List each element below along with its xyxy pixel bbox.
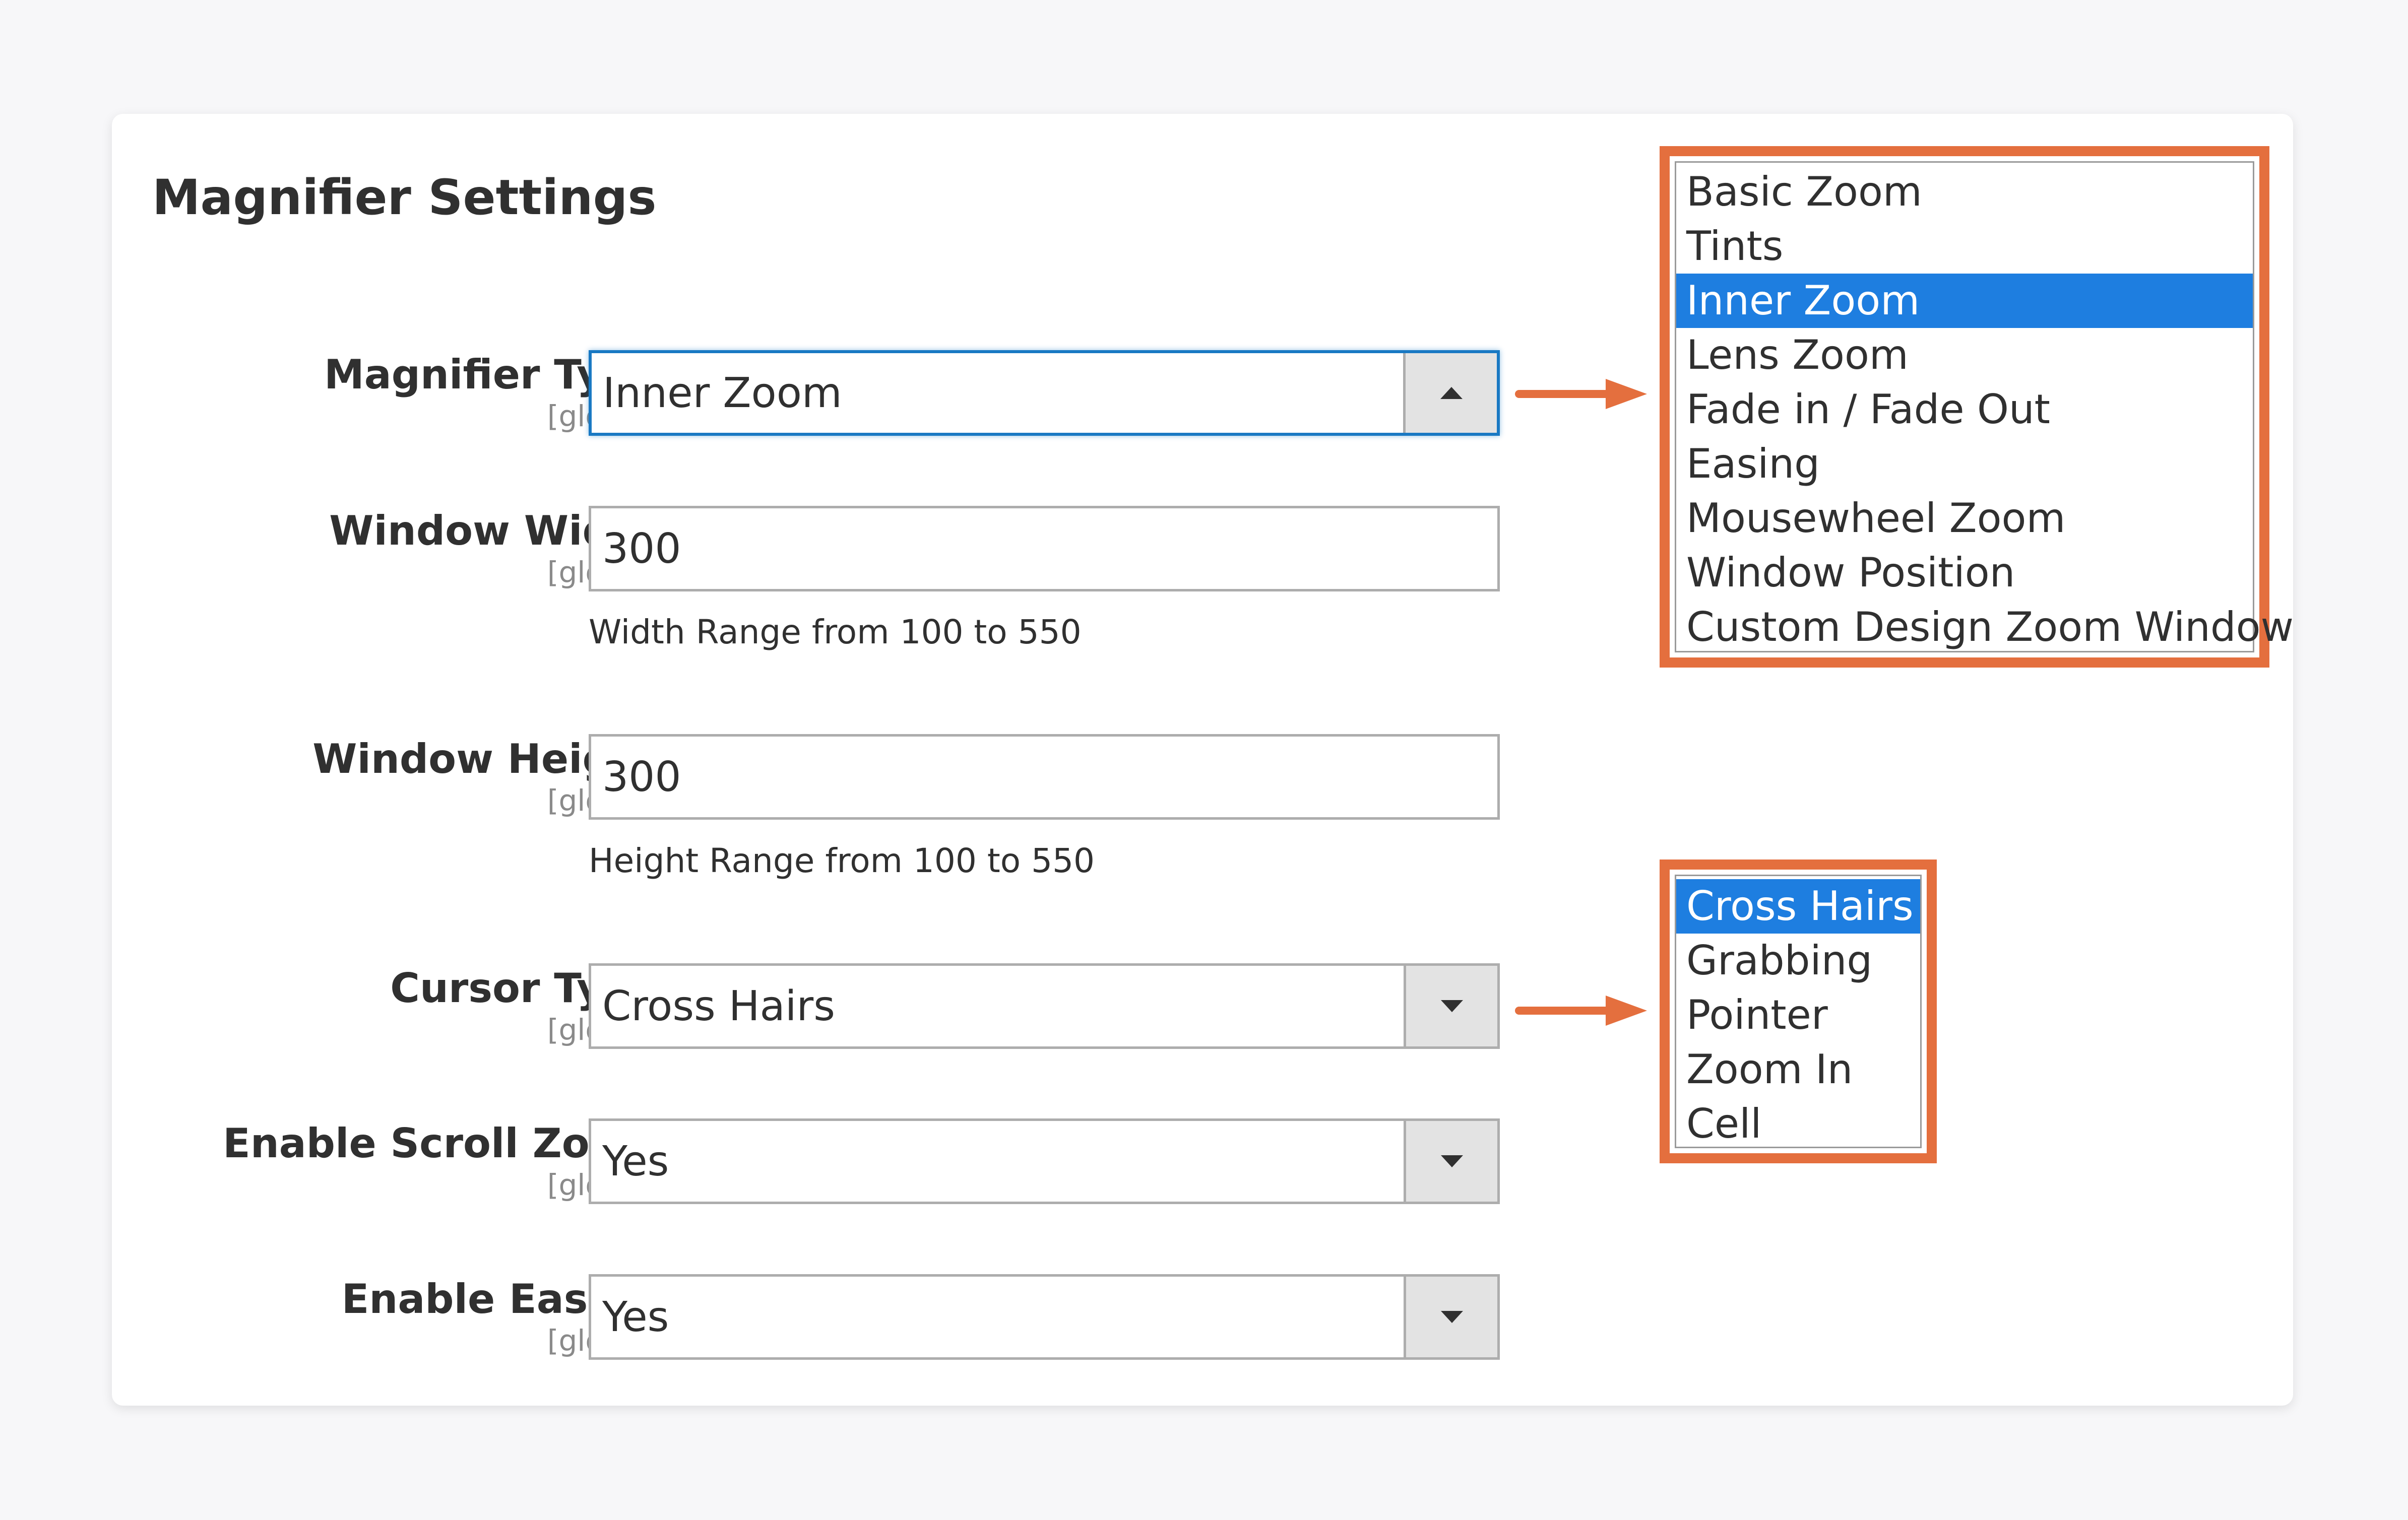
magnifier-type-option[interactable]: Window Position (1676, 546, 2253, 600)
magnifier-type-value: Inner Zoom (603, 369, 842, 417)
enable-scroll-zoom-value: Yes (602, 1137, 669, 1185)
enable-scroll-zoom-select[interactable]: Yes (589, 1118, 1500, 1204)
magnifier-type-option[interactable]: Fade in / Fade Out (1676, 382, 2253, 437)
cursor-type-option[interactable]: Cross Hairs (1676, 879, 1920, 934)
chevron-down-icon (1440, 1155, 1463, 1167)
magnifier-type-option[interactable]: Inner Zoom (1676, 274, 2253, 328)
magnifier-type-option[interactable]: Tints (1676, 219, 2253, 274)
window-width-note: Width Range from 100 to 550 (589, 613, 1082, 651)
cursor-type-value: Cross Hairs (602, 982, 835, 1030)
cursor-type-options-list: Cross Hairs Grabbing Pointer Zoom In Cell (1675, 875, 1922, 1148)
cursor-type-options-callout: Cross Hairs Grabbing Pointer Zoom In Cell (1660, 860, 1937, 1163)
window-height-input[interactable]: 300 (589, 734, 1500, 820)
arrow-right-icon (1515, 379, 1647, 409)
enable-easing-select[interactable]: Yes (589, 1274, 1500, 1360)
chevron-down-icon (1440, 1311, 1463, 1323)
enable-easing-value: Yes (602, 1293, 669, 1341)
magnifier-type-option[interactable]: Mousewheel Zoom (1676, 491, 2253, 546)
page-title: Magnifier Settings (152, 169, 657, 226)
cursor-type-option[interactable]: Pointer (1676, 988, 1920, 1042)
enable-easing-toggle[interactable] (1404, 1277, 1497, 1357)
arrow-right-icon (1515, 996, 1647, 1026)
magnifier-type-options-list: Basic Zoom Tints Inner Zoom Lens Zoom Fade i… (1675, 161, 2294, 654)
window-width-input[interactable]: 300 (589, 506, 1500, 591)
magnifier-type-options-callout: Basic Zoom Tints Inner Zoom Lens Zoom Fade i… (1660, 146, 2294, 668)
cursor-type-select[interactable]: Cross Hairs (589, 963, 1500, 1049)
magnifier-type-option[interactable]: Lens Zoom (1676, 328, 2253, 382)
magnifier-type-option[interactable]: Easing (1676, 437, 2253, 491)
cursor-type-option[interactable]: Zoom In (1676, 1042, 1920, 1097)
magnifier-type-toggle[interactable] (1403, 353, 1497, 433)
window-height-value: 300 (602, 753, 681, 801)
cursor-type-toggle[interactable] (1404, 966, 1497, 1046)
chevron-down-icon (1440, 1000, 1463, 1012)
cursor-type-option[interactable]: Cell (1676, 1097, 1920, 1151)
window-width-value: 300 (602, 524, 681, 573)
magnifier-type-select[interactable]: Inner Zoom (589, 350, 1500, 436)
enable-scroll-zoom-toggle[interactable] (1404, 1121, 1497, 1202)
magnifier-type-option[interactable]: Custom Design Zoom Window (1676, 600, 2294, 654)
chevron-up-icon (1440, 387, 1463, 399)
window-height-note: Height Range from 100 to 550 (589, 841, 1095, 880)
cursor-type-option[interactable]: Grabbing (1676, 934, 1920, 988)
magnifier-type-option[interactable]: Basic Zoom (1676, 165, 2253, 219)
